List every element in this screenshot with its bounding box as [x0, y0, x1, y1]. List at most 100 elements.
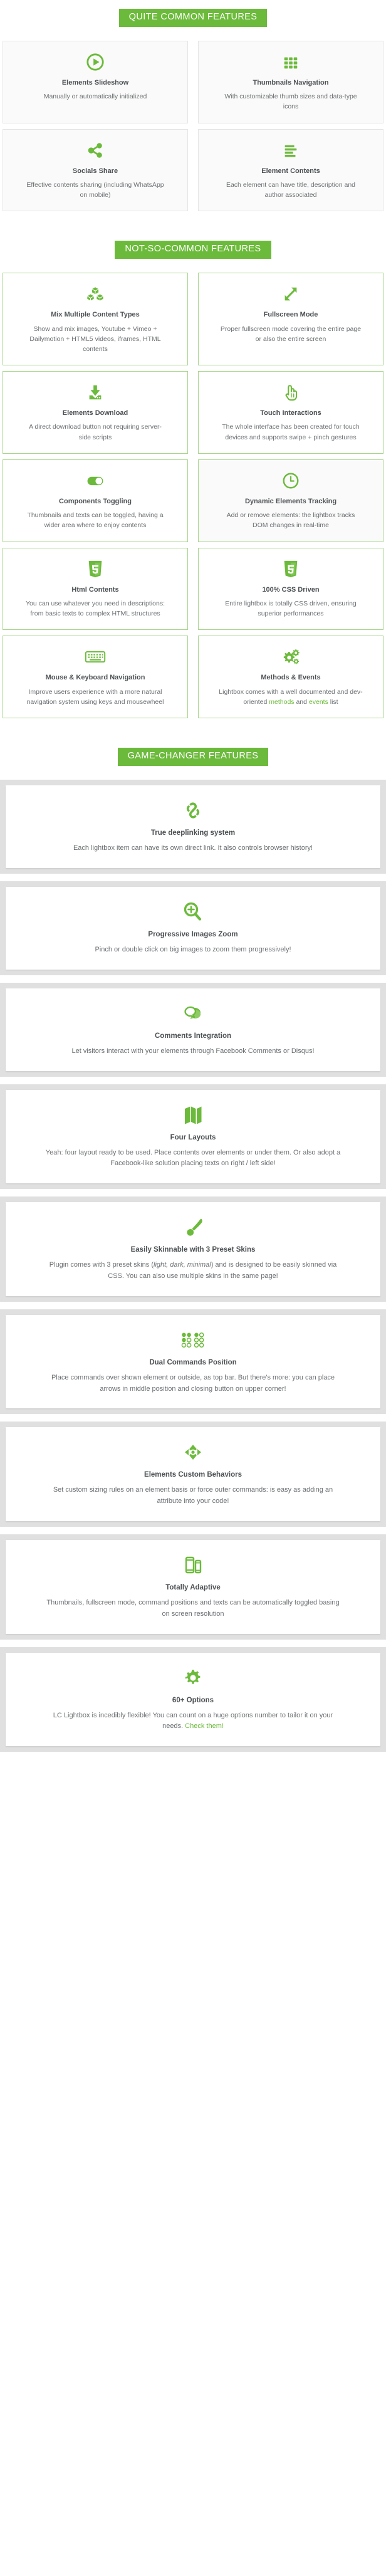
panel-easily-skinnable[interactable]: Easily Skinnable with 3 Preset Skins Plu…	[6, 1202, 380, 1296]
card-title: Components Toggling	[59, 498, 132, 506]
panel-elements-custom-behaviors[interactable]: Elements Custom Behaviors Set custom siz…	[6, 1427, 380, 1522]
panel-description: Yeah: four layout ready to be used. Plac…	[45, 1148, 341, 1168]
feature-card-elements-download[interactable]: Elements Download A direct download butt…	[3, 371, 188, 454]
paint-brush-icon	[22, 1215, 364, 1240]
panel-true-deeplinking-system[interactable]: True deeplinking system Each lightbox it…	[6, 785, 380, 868]
top-spacer	[0, 0, 386, 9]
grid-thumbnails-icon	[281, 51, 300, 73]
cubes-icon	[86, 283, 105, 305]
methods-desc-suffix: list	[328, 698, 338, 706]
panel-totally-adaptive[interactable]: Totally Adaptive Thumbnails, fullscreen …	[6, 1540, 380, 1634]
section-head-quite-common: QUITE COMMON FEATURES	[0, 9, 386, 27]
feature-card-mix-multiple-content-types[interactable]: Mix Multiple Content Types Show and mix …	[3, 273, 188, 366]
keyboard-icon	[85, 646, 106, 668]
card-title: Methods & Events	[261, 674, 321, 682]
panel-comments-integration[interactable]: Comments Integration Let visitors intera…	[6, 988, 380, 1071]
methods-desc-mid: and	[294, 698, 309, 706]
toggle-switch-icon	[85, 470, 105, 491]
comment-bubbles-icon	[22, 1001, 364, 1026]
section-badge: QUITE COMMON FEATURES	[118, 9, 268, 27]
panel-description: Place commands over shown element or out…	[51, 1373, 335, 1393]
panel-description: Plugin comes with 3 preset skins (light,…	[43, 1260, 343, 1282]
map-fold-icon	[22, 1102, 364, 1128]
dots-positions-icon	[22, 1327, 364, 1353]
panel-title: Easily Skinnable with 3 Preset Skins	[130, 1246, 256, 1254]
not-so-common-grid: Mix Multiple Content Types Show and mix …	[0, 273, 386, 724]
panel-description: Each lightbox item can have its own dire…	[73, 844, 313, 852]
feature-card-element-contents[interactable]: Element Contents Each element can have t…	[198, 128, 383, 212]
check-them-link[interactable]: Check them!	[185, 1722, 224, 1730]
card-description: With customizable thumb sizes and data-t…	[224, 93, 357, 111]
feature-card-socials-share[interactable]: Socials Share Effective contents sharing…	[3, 128, 188, 212]
expand-arrows-icon	[281, 283, 300, 305]
game-changer-list: True deeplinking system Each lightbox it…	[0, 780, 386, 1752]
section-badge: NOT-SO-COMMON FEATURES	[115, 241, 271, 259]
card-title: Mouse & Keyboard Navigation	[45, 674, 145, 682]
panel-four-layouts[interactable]: Four Layouts Yeah: four layout ready to …	[6, 1089, 380, 1184]
card-title: Elements Download	[62, 409, 128, 417]
card-description: Improve users experience with a more nat…	[26, 688, 164, 706]
card-description: Entire lightbox is totally CSS driven, e…	[225, 599, 357, 618]
feature-card-100-css-driven[interactable]: 100% CSS Driven Entire lightbox is total…	[198, 547, 383, 631]
panel-frame: Elements Custom Behaviors Set custom siz…	[0, 1422, 386, 1527]
feature-card-methods-events[interactable]: Methods & Events Lightbox comes with a w…	[198, 636, 383, 719]
panel-title: Dual Commands Position	[149, 1358, 237, 1366]
feature-card-elements-slideshow[interactable]: Elements Slideshow Manually or automatic…	[3, 40, 188, 123]
card-title: 100% CSS Driven	[262, 585, 320, 594]
custom-behaviors-icon	[22, 1440, 364, 1465]
events-link[interactable]: events	[309, 698, 328, 706]
bottom-spacer	[0, 1759, 386, 1768]
options-gear-icon	[22, 1665, 364, 1690]
card-title: Fullscreen Mode	[263, 311, 318, 319]
panel-frame: Progressive Images Zoom Pinch or double …	[0, 881, 386, 975]
feature-card-mouse-keyboard-navigation[interactable]: Mouse & Keyboard Navigation Improve user…	[3, 636, 188, 719]
download-tray-icon	[86, 382, 105, 403]
features-page: QUITE COMMON FEATURES Elements Slideshow…	[0, 0, 386, 1768]
feature-card-html-contents[interactable]: Html Contents You can use whatever you n…	[3, 547, 188, 631]
card-description: Show and mix images, Youtube + Vimeo + D…	[29, 325, 161, 353]
panel-progressive-images-zoom[interactable]: Progressive Images Zoom Pinch or double …	[6, 886, 380, 970]
card-title: Html Contents	[71, 585, 119, 594]
share-nodes-icon	[86, 140, 105, 161]
feature-card-thumbnails-navigation[interactable]: Thumbnails Navigation With customizable …	[198, 40, 383, 123]
feature-card-fullscreen-mode[interactable]: Fullscreen Mode Proper fullscreen mode c…	[198, 273, 383, 366]
devices-icon	[22, 1552, 364, 1578]
card-description: Manually or automatically initialized	[43, 93, 147, 101]
skins-desc-prefix: Plugin comes with 3 preset skins (	[49, 1261, 154, 1269]
section-badge: GAME-CHANGER FEATURES	[117, 748, 269, 767]
card-title: Element Contents	[261, 167, 320, 175]
panel-frame: Totally Adaptive Thumbnails, fullscreen …	[0, 1534, 386, 1640]
panel-description: Set custom sizing rules on an element ba…	[53, 1486, 333, 1505]
panel-description: LC Lightbox is incedibly flexible! You c…	[43, 1710, 343, 1733]
text-lines-icon	[281, 140, 300, 161]
feature-card-components-toggling[interactable]: Components Toggling Thumbnails and texts…	[3, 459, 188, 542]
card-description: Add or remove elements: the lightbox tra…	[226, 511, 355, 530]
panel-description: Thumbnails, fullscreen mode, command pos…	[46, 1599, 340, 1618]
card-description: Lightbox comes with a well documented an…	[219, 687, 363, 708]
panel-title: Four Layouts	[170, 1133, 216, 1141]
panel-frame: Dual Commands Position Place commands ov…	[0, 1309, 386, 1415]
panel-title: 60+ Options	[172, 1696, 214, 1704]
css3-shield-icon	[283, 558, 299, 580]
panel-dual-commands-position[interactable]: Dual Commands Position Place commands ov…	[6, 1314, 380, 1409]
panel-title: True deeplinking system	[150, 829, 236, 837]
methods-link[interactable]: methods	[269, 698, 294, 706]
panel-title: Progressive Images Zoom	[148, 930, 238, 938]
card-description: A direct download button not requiring s…	[29, 423, 162, 441]
play-circle-icon	[86, 51, 105, 73]
card-title: Elements Slideshow	[61, 78, 129, 86]
gears-icon	[281, 646, 301, 668]
panel-60-plus-options[interactable]: 60+ Options LC Lightbox is incedibly fle…	[6, 1652, 380, 1747]
section-head-game-changer: GAME-CHANGER FEATURES	[0, 748, 386, 767]
clock-icon	[281, 470, 300, 491]
skins-desc-emphasis: light, dark, minimal	[154, 1261, 211, 1269]
feature-card-dynamic-elements-tracking[interactable]: Dynamic Elements Tracking Add or remove …	[198, 459, 383, 542]
html5-shield-icon	[87, 558, 103, 580]
panel-frame: Comments Integration Let visitors intera…	[0, 982, 386, 1077]
feature-card-touch-interactions[interactable]: Touch Interactions The whole interface h…	[198, 371, 383, 454]
panel-frame: Four Layouts Yeah: four layout ready to …	[0, 1084, 386, 1190]
